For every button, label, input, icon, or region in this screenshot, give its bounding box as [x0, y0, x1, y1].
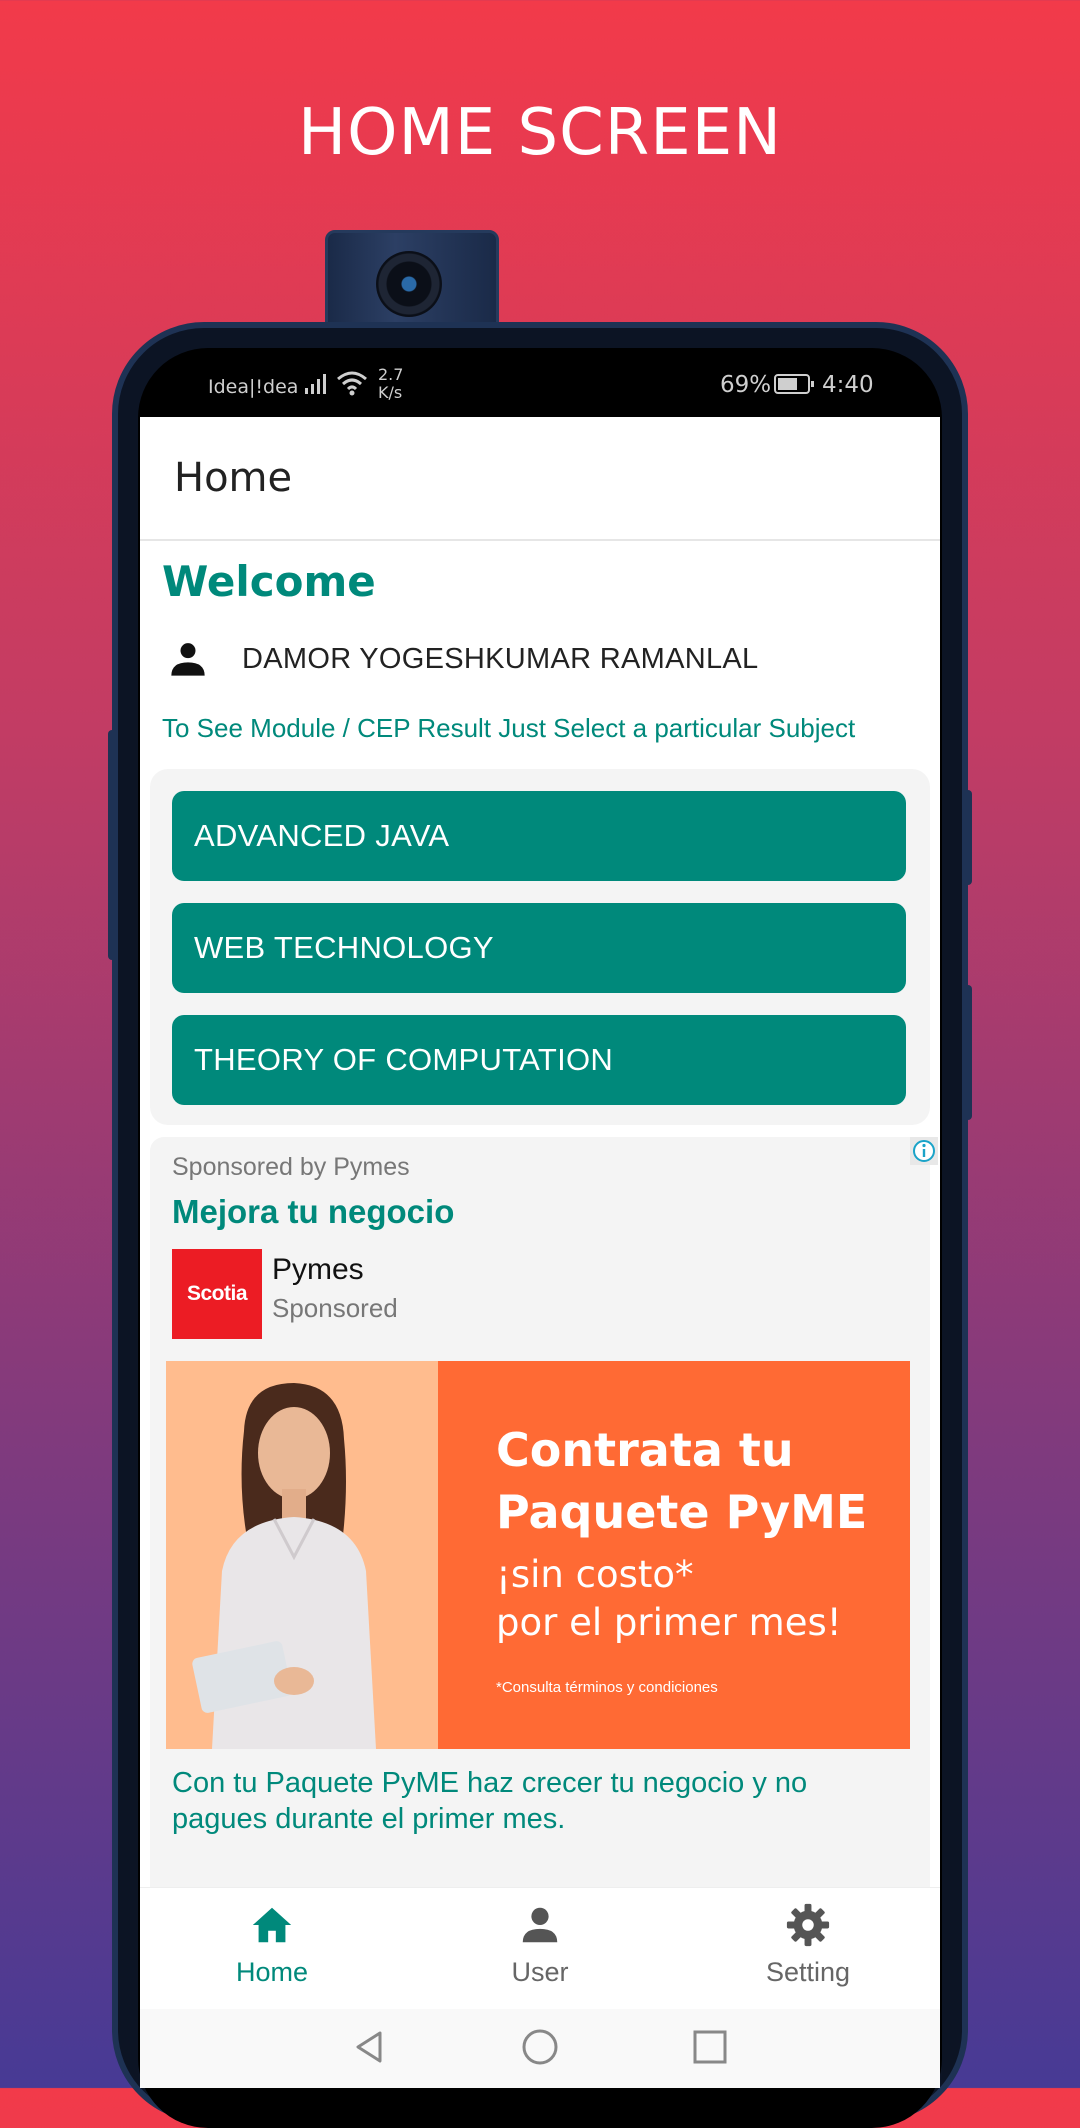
- user-icon: [522, 1907, 558, 1943]
- subject-button-advanced-java[interactable]: ADVANCED JAVA: [172, 791, 906, 881]
- battery-icon: [774, 374, 814, 394]
- banner-line-1: Contrata tu: [496, 1423, 794, 1477]
- bottom-navigation: Home User Setting: [140, 1887, 940, 2010]
- system-navigation-bar: [140, 2009, 940, 2088]
- app-screen: Home Welcome DAMOR YOGESHKUMAR RAMANLAL …: [140, 417, 940, 2088]
- camera-lens-icon: [376, 251, 442, 317]
- home-icon: [252, 1907, 292, 1943]
- banner-line-2: Paquete PyME: [496, 1485, 868, 1539]
- subject-list: ADVANCED JAVA WEB TECHNOLOGY THEORY OF C…: [150, 769, 930, 1125]
- home-circle-icon[interactable]: [520, 2027, 560, 2067]
- nav-home[interactable]: Home: [172, 1902, 372, 1988]
- banner-terms: *Consulta términos y condiciones: [496, 1679, 718, 1696]
- ad-brand[interactable]: Pymes: [272, 1253, 364, 1287]
- woman-with-tablet-illustration: [192, 1383, 376, 1749]
- clock: 4:40: [822, 372, 874, 398]
- nav-setting-label: Setting: [765, 1957, 851, 1987]
- nav-setting[interactable]: Setting: [708, 1902, 908, 1988]
- user-row: DAMOR YOGESHKUMAR RAMANLAL: [168, 639, 758, 679]
- nav-home-label: Home: [235, 1957, 309, 1987]
- sponsored-ad[interactable]: Sponsored by Pymes Mejora tu negocio Sco…: [150, 1137, 938, 1897]
- banner-line-3: ¡sin costo*: [496, 1553, 694, 1596]
- speed-unit: K/s: [378, 383, 403, 402]
- phone-volume-button: [108, 730, 118, 960]
- person-icon: [171, 643, 205, 676]
- user-name: DAMOR YOGESHKUMAR RAMANLAL: [242, 642, 759, 675]
- popup-camera: [325, 230, 499, 334]
- ad-banner-image[interactable]: Contrata tu Paquete PyME ¡sin costo* por…: [166, 1361, 910, 1749]
- battery-fill: [778, 378, 798, 390]
- subject-button-theory-of-computation[interactable]: THEORY OF COMPUTATION: [172, 1015, 906, 1105]
- phone-side-button: [962, 985, 972, 1120]
- welcome-heading: Welcome: [162, 557, 376, 606]
- promo-headline: HOME SCREEN: [297, 96, 783, 170]
- ad-sponsored-label: Sponsored: [272, 1293, 398, 1323]
- carrier-label: Idea|!dea: [208, 376, 299, 398]
- phone-power-button: [962, 790, 972, 885]
- app-bar: Home: [140, 417, 940, 541]
- back-icon[interactable]: [350, 2027, 390, 2067]
- status-bar: Idea|!dea 2.7 K/s 69% 4:40: [138, 348, 942, 418]
- ad-info-icon[interactable]: [910, 1137, 938, 1165]
- battery-percent: 69%: [720, 372, 772, 398]
- subject-button-web-technology[interactable]: WEB TECHNOLOGY: [172, 903, 906, 993]
- network-speed: 2.7 K/s: [378, 366, 403, 402]
- ad-headline[interactable]: Mejora tu negocio: [172, 1193, 454, 1231]
- nav-user[interactable]: User: [440, 1902, 640, 1988]
- nav-user-label: User: [511, 1957, 569, 1987]
- instruction-text: To See Module / CEP Result Just Select a…: [162, 713, 856, 743]
- speed-value: 2.7: [378, 365, 404, 384]
- ad-body-text[interactable]: Con tu Paquete PyME haz crecer tu negoci…: [172, 1765, 892, 1837]
- wifi-icon: [337, 371, 367, 396]
- page-title: Home: [174, 455, 293, 501]
- banner-line-4: por el primer mes!: [496, 1601, 842, 1644]
- ad-sponsor-line: Sponsored by Pymes: [172, 1153, 410, 1181]
- banner-photo-panel: [166, 1361, 438, 1749]
- scotia-logo[interactable]: Scotia: [172, 1249, 262, 1339]
- recents-icon[interactable]: [690, 2027, 730, 2067]
- signal-icon: [305, 374, 326, 394]
- gear-icon: [786, 1903, 830, 1947]
